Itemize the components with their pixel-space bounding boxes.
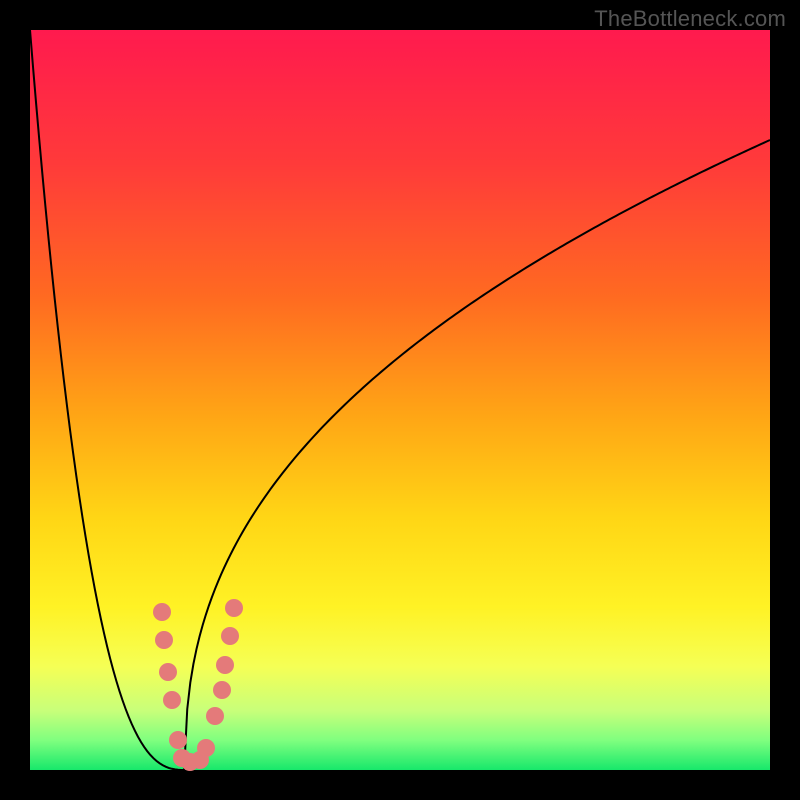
data-marker	[153, 603, 171, 621]
data-marker	[159, 663, 177, 681]
data-marker	[155, 631, 173, 649]
data-marker	[197, 739, 215, 757]
watermark-text: TheBottleneck.com	[594, 6, 786, 32]
plot-background	[30, 30, 770, 770]
bottleneck-chart	[0, 0, 800, 800]
data-marker	[169, 731, 187, 749]
data-marker	[216, 656, 234, 674]
data-marker	[225, 599, 243, 617]
chart-frame: TheBottleneck.com	[0, 0, 800, 800]
data-marker	[206, 707, 224, 725]
data-marker	[213, 681, 231, 699]
data-marker	[221, 627, 239, 645]
data-marker	[163, 691, 181, 709]
